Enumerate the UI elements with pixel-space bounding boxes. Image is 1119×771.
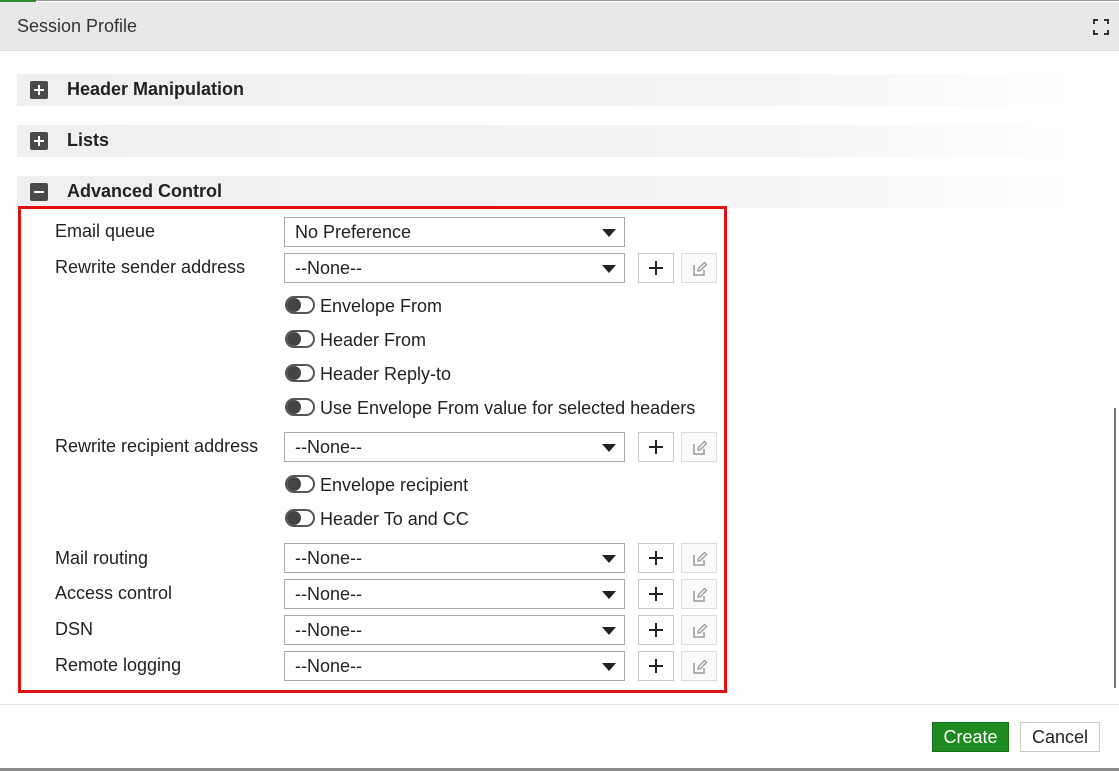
remote-logging-edit-button[interactable] bbox=[681, 651, 717, 681]
toggle-header-reply-to[interactable] bbox=[285, 364, 315, 382]
section-header-manipulation[interactable]: Header Manipulation bbox=[17, 74, 1077, 106]
dialog-title: Session Profile bbox=[17, 16, 138, 36]
select-value: --None-- bbox=[295, 584, 363, 604]
toggle-envelope-from[interactable] bbox=[285, 296, 315, 314]
top-border bbox=[36, 0, 1119, 1]
toggle-label: Header Reply-to bbox=[320, 364, 452, 384]
select-value: No Preference bbox=[295, 222, 412, 242]
section-label: Header Manipulation bbox=[67, 79, 245, 99]
dsn-add-button[interactable] bbox=[638, 615, 674, 645]
select-value: --None-- bbox=[295, 548, 363, 568]
remote-logging-label: Remote logging bbox=[55, 655, 182, 675]
section-advanced-control[interactable]: Advanced Control bbox=[17, 176, 1077, 208]
rewrite-recipient-edit-button[interactable] bbox=[681, 432, 717, 462]
footer-divider bbox=[0, 704, 1119, 705]
dsn-select[interactable]: --None-- bbox=[284, 615, 625, 645]
plus-square-icon bbox=[30, 81, 48, 99]
rewrite-recipient-label: Rewrite recipient address bbox=[55, 436, 259, 456]
dropdown-arrow-icon bbox=[602, 591, 616, 599]
toggle-header-to-cc[interactable] bbox=[285, 509, 315, 527]
edit-icon bbox=[693, 261, 708, 276]
access-control-edit-button[interactable] bbox=[681, 579, 717, 609]
select-value: --None-- bbox=[295, 258, 363, 278]
select-value: --None-- bbox=[295, 437, 363, 457]
edit-icon bbox=[693, 587, 708, 602]
access-control-label: Access control bbox=[55, 583, 173, 603]
rewrite-recipient-add-button[interactable] bbox=[638, 432, 674, 462]
minus-square-icon bbox=[30, 183, 48, 201]
cancel-button[interactable]: Cancel bbox=[1020, 722, 1100, 752]
dropdown-arrow-icon bbox=[602, 663, 616, 671]
rewrite-recipient-select[interactable]: --None-- bbox=[284, 432, 625, 462]
expand-icon[interactable] bbox=[1093, 19, 1109, 35]
rewrite-sender-select[interactable]: --None-- bbox=[284, 253, 625, 283]
edit-icon bbox=[693, 623, 708, 638]
remote-logging-add-button[interactable] bbox=[638, 651, 674, 681]
toggle-header-from[interactable] bbox=[285, 330, 315, 348]
dialog-header: Session Profile bbox=[0, 2, 1119, 51]
dropdown-arrow-icon bbox=[602, 444, 616, 452]
access-control-select[interactable]: --None-- bbox=[284, 579, 625, 609]
mail-routing-select[interactable]: --None-- bbox=[284, 543, 625, 573]
toggle-label: Header To and CC bbox=[320, 509, 469, 529]
email-queue-select[interactable]: No Preference bbox=[284, 217, 625, 247]
edit-icon bbox=[693, 440, 708, 455]
remote-logging-select[interactable]: --None-- bbox=[284, 651, 625, 681]
section-label: Lists bbox=[67, 130, 110, 150]
access-control-add-button[interactable] bbox=[638, 579, 674, 609]
section-label: Advanced Control bbox=[67, 181, 223, 201]
edit-icon bbox=[693, 551, 708, 566]
toggle-label: Envelope recipient bbox=[320, 475, 469, 495]
dsn-edit-button[interactable] bbox=[681, 615, 717, 645]
scrollbar[interactable] bbox=[1114, 408, 1116, 688]
dropdown-arrow-icon bbox=[602, 627, 616, 635]
edit-icon bbox=[693, 659, 708, 674]
dropdown-arrow-icon bbox=[602, 265, 616, 273]
rewrite-sender-label: Rewrite sender address bbox=[55, 257, 246, 277]
select-value: --None-- bbox=[295, 656, 363, 676]
create-button[interactable]: Create bbox=[932, 722, 1009, 752]
mail-routing-add-button[interactable] bbox=[638, 543, 674, 573]
dropdown-arrow-icon bbox=[602, 229, 616, 237]
select-value: --None-- bbox=[295, 620, 363, 640]
toggle-envelope-recipient[interactable] bbox=[285, 475, 315, 493]
rewrite-sender-edit-button[interactable] bbox=[681, 253, 717, 283]
section-lists[interactable]: Lists bbox=[17, 125, 1077, 157]
mail-routing-edit-button[interactable] bbox=[681, 543, 717, 573]
toggle-label: Header From bbox=[320, 330, 427, 350]
rewrite-sender-add-button[interactable] bbox=[638, 253, 674, 283]
dropdown-arrow-icon bbox=[602, 555, 616, 563]
dsn-label: DSN bbox=[55, 619, 94, 639]
email-queue-label: Email queue bbox=[55, 221, 156, 241]
toggle-label: Envelope From bbox=[320, 296, 443, 316]
plus-square-icon bbox=[30, 132, 48, 150]
toggle-label: Use Envelope From value for selected hea… bbox=[320, 398, 696, 418]
toggle-use-envelope-from[interactable] bbox=[285, 398, 315, 416]
mail-routing-label: Mail routing bbox=[55, 548, 149, 568]
